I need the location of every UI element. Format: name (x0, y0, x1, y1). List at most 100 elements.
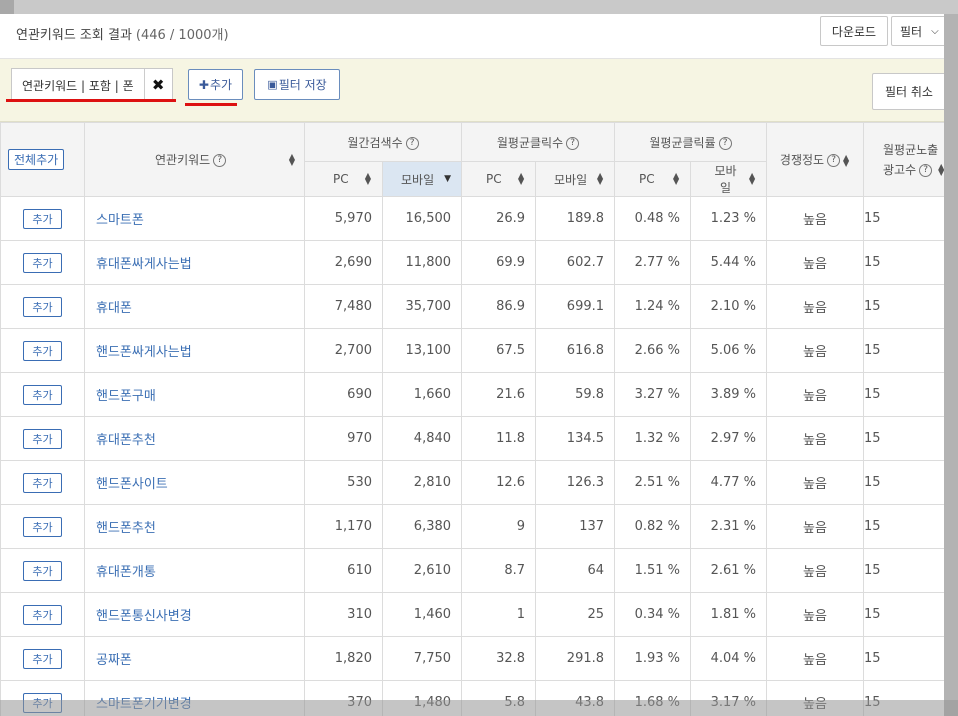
row-add-button[interactable]: 추가 (23, 428, 62, 449)
row-add-button[interactable]: 추가 (23, 604, 62, 625)
metric-cell-click-pc: 67.5 (461, 328, 537, 373)
help-icon[interactable]: ? (718, 136, 732, 150)
add-filter-button[interactable]: ✚ 추가 (188, 69, 243, 100)
metric-cell-mobile: 1,460 (381, 592, 463, 637)
ads-cell: 15 (863, 372, 944, 417)
metric-cell-mobile: 11,800 (381, 240, 463, 285)
clicks-mobile-header[interactable]: 모바일 ▲ ▼ (535, 161, 616, 197)
metric-cell-ctr-pc: 0.82 % (614, 504, 692, 549)
metric-cell-ctr-mobile: 2.61 % (690, 548, 768, 593)
keyword-link[interactable]: 핸드폰통신사변경 (84, 592, 305, 637)
sort-icon[interactable]: ▲ ▼ (364, 172, 372, 186)
help-icon[interactable]: ? (213, 154, 227, 167)
clicks-mobile-label: 모바일 (554, 172, 588, 187)
chevron-down-icon: ⌵ (931, 25, 939, 37)
sort-icon[interactable]: ▲ ▼ (748, 172, 756, 186)
row-add-button[interactable]: 추가 (23, 340, 62, 361)
table-row: 추가 핸드폰추천 1,170 6,380 9 137 0.82 % 2.31 % 높음 15 (0, 504, 944, 549)
ads-cell: 15 (863, 416, 944, 461)
ads-cell: 15 (863, 592, 944, 637)
sort-desc-icon[interactable]: ▼ (444, 174, 451, 184)
ctr-mobile-header[interactable]: 모바일 ▲ ▼ (690, 161, 768, 197)
metric-cell-ctr-mobile: 4.04 % (690, 636, 768, 681)
keyword-link[interactable]: 휴대폰개통 (84, 548, 305, 593)
metric-cell-click-pc: 21.6 (461, 372, 537, 417)
clicks-pc-header[interactable]: PC ▲ ▼ (461, 161, 537, 197)
row-add-cell: 추가 (0, 548, 85, 593)
sort-icon[interactable]: ▲ ▼ (842, 153, 850, 167)
sort-icon[interactable]: ▲ ▼ (672, 172, 680, 186)
avg-ctr-label: 월평균클릭률 (649, 135, 716, 150)
table-row: 추가 공짜폰 1,820 7,750 32.8 291.8 1.93 % 4.04 % 높음 15 (0, 636, 944, 681)
metric-cell-mobile: 35,700 (381, 284, 463, 329)
sort-icon[interactable]: ▲ ▼ (517, 172, 525, 186)
metric-cell-mobile: 6,380 (381, 504, 463, 549)
metric-cell-pc: 970 (304, 416, 383, 461)
ctr-pc-header[interactable]: PC ▲ ▼ (614, 161, 692, 197)
row-add-button[interactable]: 추가 (23, 516, 62, 537)
help-icon[interactable]: ? (405, 136, 419, 150)
metric-cell-ctr-pc: 0.34 % (614, 592, 692, 637)
filter-chip[interactable]: 연관키워드 | 포함 | 폰 ✖ (11, 68, 173, 102)
row-add-cell: 추가 (0, 284, 85, 329)
sort-icon[interactable]: ▲ ▼ (596, 172, 604, 186)
cancel-filter-label: 필터 취소 (885, 85, 933, 99)
metric-cell-pc: 5,970 (304, 196, 383, 241)
row-add-cell: 추가 (0, 592, 85, 637)
row-add-button[interactable]: 추가 (23, 252, 62, 273)
metric-cell-click-pc: 9 (461, 504, 537, 549)
metric-cell-ctr-pc: 2.77 % (614, 240, 692, 285)
metric-cell-click-mobile: 602.7 (535, 240, 616, 285)
metric-cell-mobile: 2,810 (381, 460, 463, 505)
keyword-link[interactable]: 휴대폰 (84, 284, 305, 329)
sort-icon[interactable]: ▲ ▼ (288, 152, 296, 166)
close-icon[interactable]: ✖ (143, 69, 172, 101)
ads-cell: 15 (863, 196, 944, 241)
save-icon: ▣ (267, 78, 278, 91)
keyword-link[interactable]: 핸드폰사이트 (84, 460, 305, 505)
cancel-filter-button[interactable]: 필터 취소 (872, 73, 944, 110)
keyword-table: 전체추가 연관키워드? ▲ ▼ 월간검색수? 월평균클릭수? 월평균클릭률? 경… (0, 122, 944, 716)
search-pc-header[interactable]: PC ▲ ▼ (304, 161, 383, 197)
keyword-link[interactable]: 핸드폰추천 (84, 504, 305, 549)
metric-cell-pc: 610 (304, 548, 383, 593)
keyword-link[interactable]: 공짜폰 (84, 636, 305, 681)
metric-cell-ctr-pc: 0.48 % (614, 196, 692, 241)
avg-ads-label-2: 광고수 (883, 162, 917, 177)
row-add-button[interactable]: 추가 (23, 472, 62, 493)
row-add-cell: 추가 (0, 196, 85, 241)
metric-cell-ctr-pc: 1.51 % (614, 548, 692, 593)
table-row: 추가 휴대폰개통 610 2,610 8.7 64 1.51 % 2.61 % 높음 15 (0, 548, 944, 593)
download-button[interactable]: 다운로드 (820, 16, 888, 46)
keyword-header[interactable]: 연관키워드? ▲ ▼ (84, 122, 305, 197)
help-icon[interactable]: ? (566, 136, 580, 150)
save-filter-button[interactable]: ▣ 필터 저장 (254, 69, 340, 100)
competition-header[interactable]: 경쟁정도? ▲ ▼ (766, 122, 865, 197)
metric-cell-ctr-mobile: 2.97 % (690, 416, 768, 461)
metric-cell-pc: 310 (304, 592, 383, 637)
filter-dropdown[interactable]: 필터 ⌵ (891, 16, 944, 46)
results-title: 연관키워드 조회 결과 (446 / 1000개) (16, 24, 229, 43)
row-add-button[interactable]: 추가 (23, 384, 62, 405)
metric-cell-ctr-mobile: 2.31 % (690, 504, 768, 549)
row-add-button[interactable]: 추가 (23, 560, 62, 581)
keyword-link[interactable]: 스마트폰 (84, 196, 305, 241)
row-add-button[interactable]: 추가 (23, 208, 62, 229)
metric-cell-ctr-pc: 1.32 % (614, 416, 692, 461)
help-icon[interactable]: ? (919, 163, 933, 177)
keyword-link[interactable]: 휴대폰추천 (84, 416, 305, 461)
metric-cell-pc: 2,700 (304, 328, 383, 373)
search-mobile-header[interactable]: 모바일 ▼ (381, 161, 463, 197)
competition-cell: 높음 (766, 460, 865, 505)
keyword-link[interactable]: 핸드폰구매 (84, 372, 305, 417)
keyword-link[interactable]: 휴대폰싸게사는법 (84, 240, 305, 285)
keyword-link[interactable]: 핸드폰싸게사는법 (84, 328, 305, 373)
help-icon[interactable]: ? (827, 154, 841, 167)
add-all-button[interactable]: 전체추가 (8, 149, 65, 170)
avg-ads-header[interactable]: 월평균노출 광고수? ▲ ▼ (863, 122, 944, 197)
row-add-button[interactable]: 추가 (23, 296, 62, 317)
metric-cell-click-mobile: 134.5 (535, 416, 616, 461)
metric-cell-click-mobile: 137 (535, 504, 616, 549)
competition-cell: 높음 (766, 196, 865, 241)
row-add-button[interactable]: 추가 (23, 648, 62, 669)
